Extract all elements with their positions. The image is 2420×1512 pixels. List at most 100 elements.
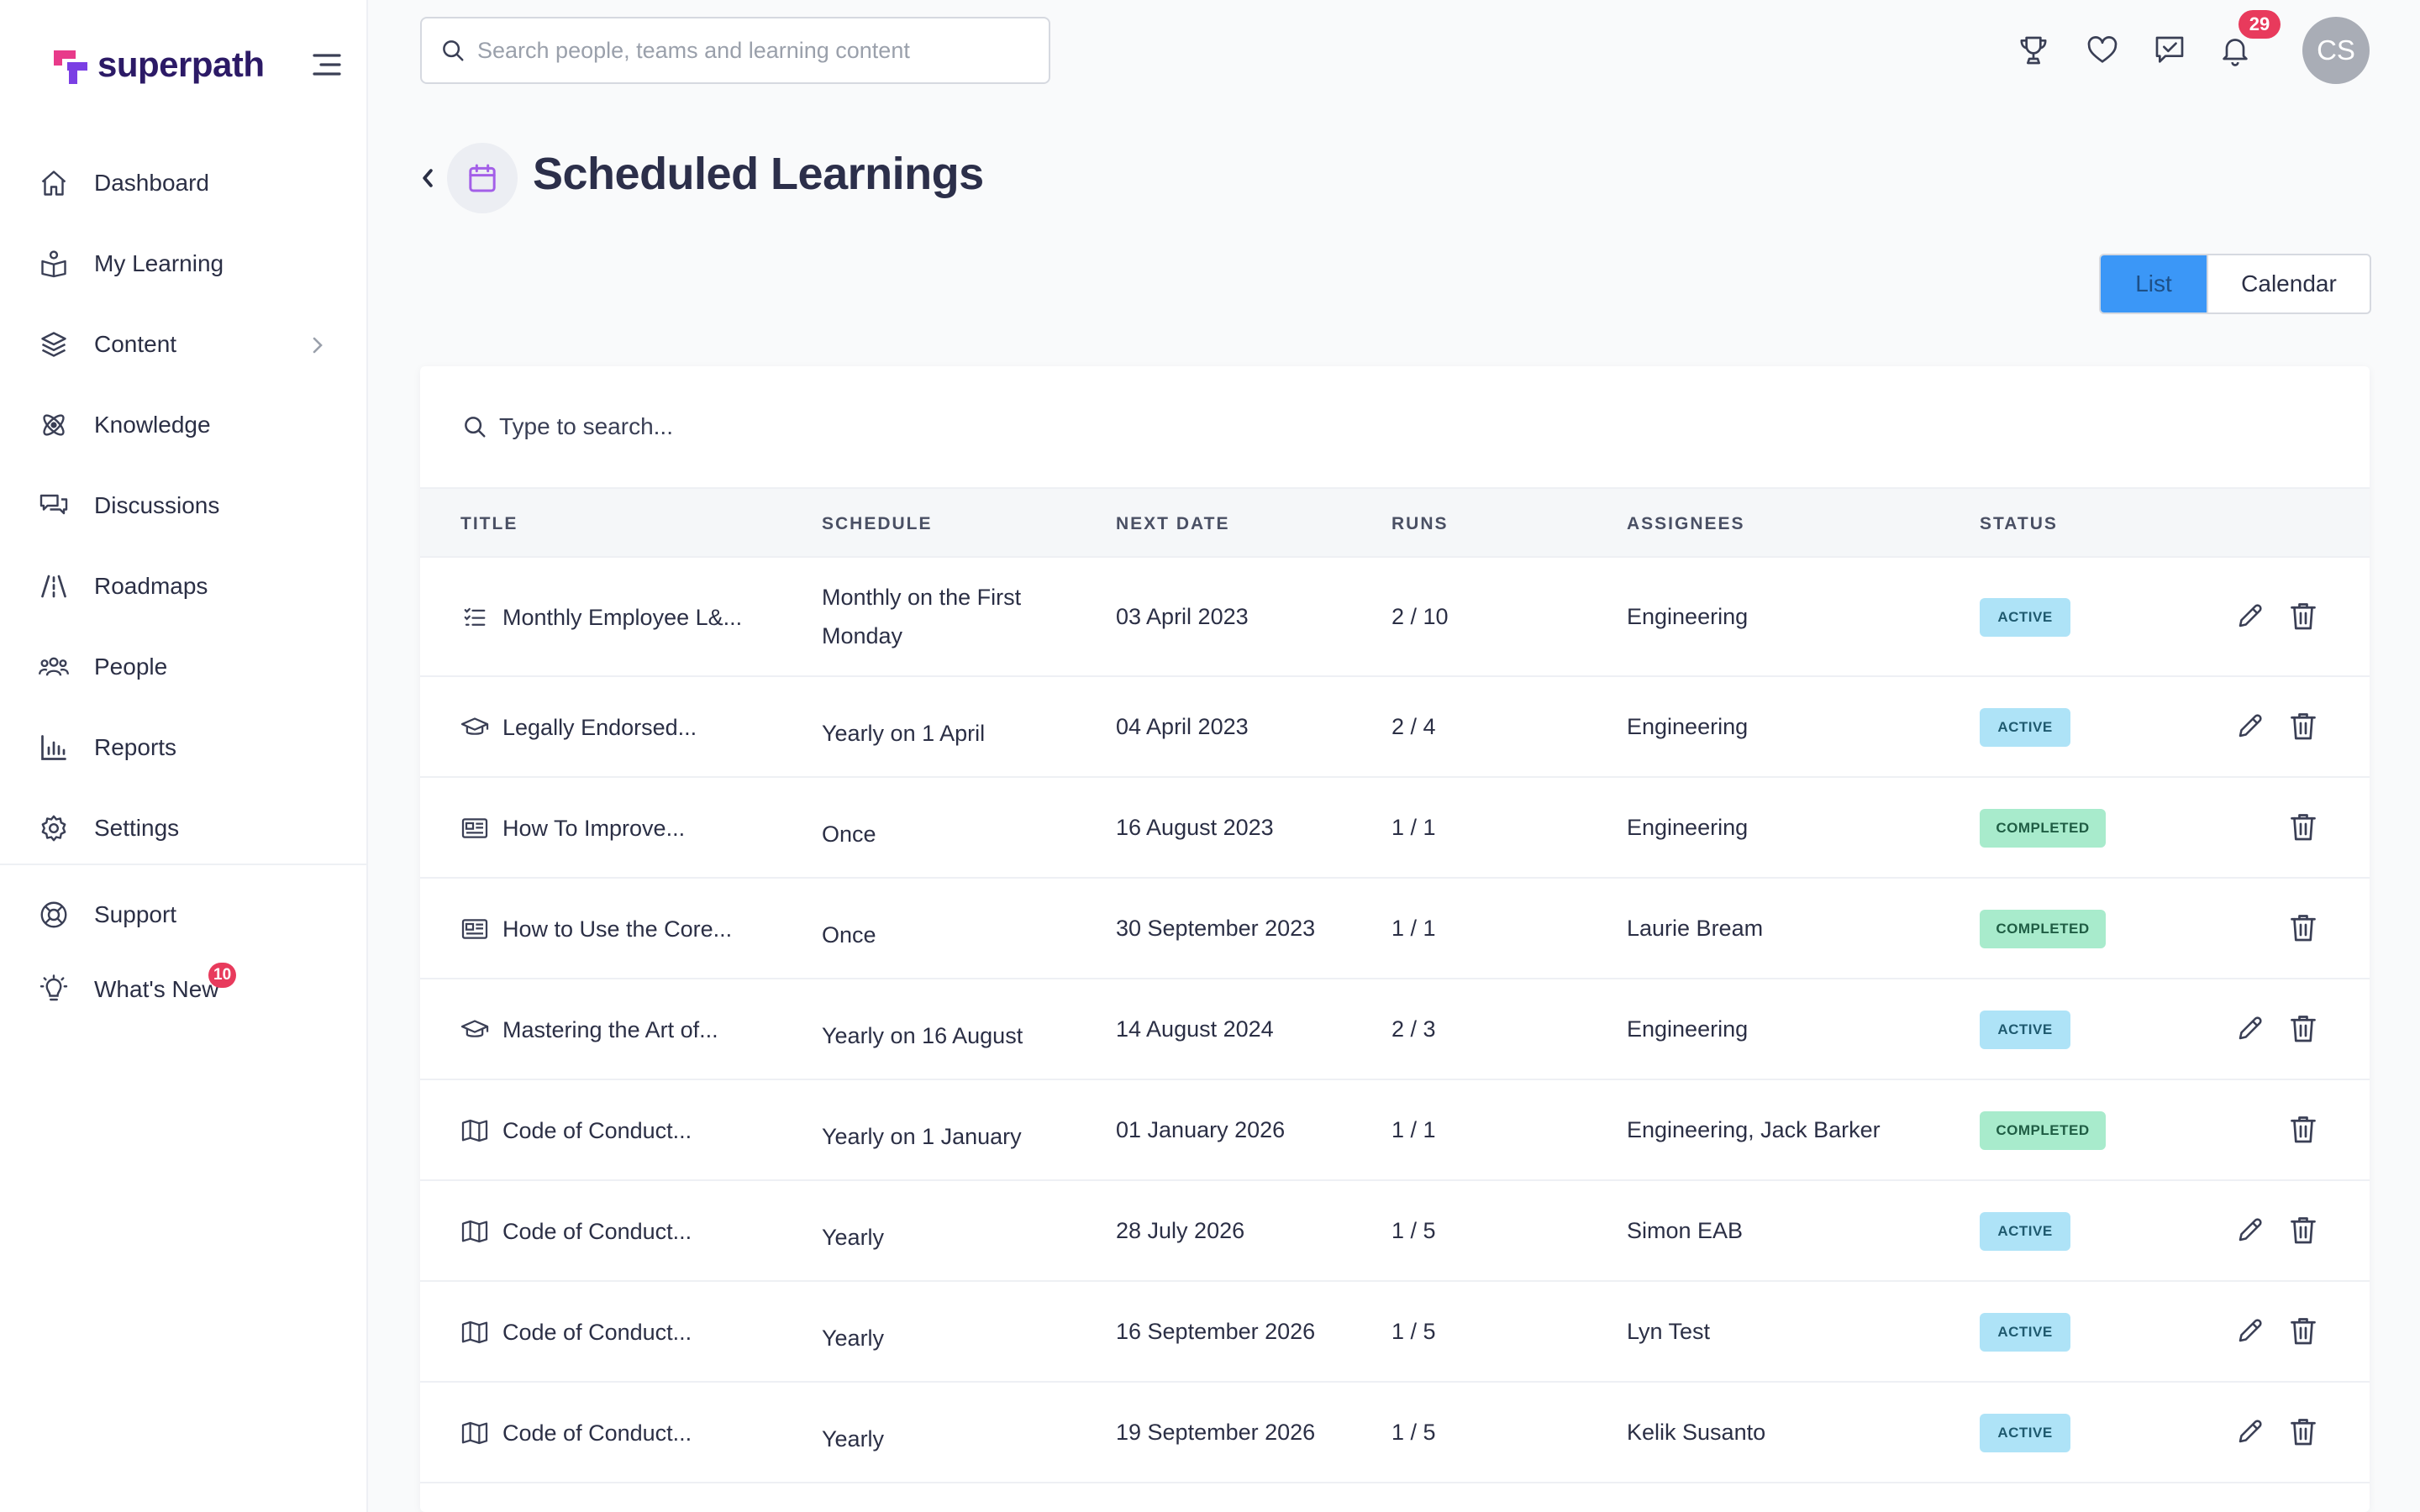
pencil-icon: [2235, 1416, 2265, 1446]
column-header-assignees[interactable]: ASSIGNEES: [1627, 514, 1745, 534]
row-schedule: Yearly: [822, 1426, 885, 1452]
row-title[interactable]: Code of Conduct...: [460, 1318, 692, 1347]
article-icon: [460, 814, 489, 843]
row-next-date: 14 August 2024: [1116, 1016, 1274, 1042]
edit-button[interactable]: [2235, 1215, 2265, 1245]
sidebar-item-label: What's New: [94, 976, 219, 1002]
column-header-status[interactable]: STATUS: [1980, 514, 2058, 534]
map-icon: [460, 1318, 489, 1347]
sidebar-item-support[interactable]: Support: [0, 875, 366, 954]
list-view-button[interactable]: List: [2101, 255, 2207, 312]
gear-icon: [37, 811, 71, 845]
row-runs: 2 / 4: [1392, 714, 1436, 739]
back-button[interactable]: [418, 166, 437, 190]
whats-new-badge: 10: [208, 963, 237, 988]
pencil-icon: [2235, 1013, 2265, 1043]
table-row[interactable]: How to Use the Core... Once 30 September 2…: [420, 879, 2370, 979]
sidebar-item-roadmaps[interactable]: Roadmaps: [0, 546, 366, 627]
trash-icon: [2289, 601, 2317, 631]
trash-icon: [2289, 1315, 2317, 1346]
message-check-icon[interactable]: [2153, 34, 2186, 67]
table-search-box[interactable]: [420, 366, 2370, 489]
table-row[interactable]: Code of Conduct... Yearly 19 September 202…: [420, 1383, 2370, 1483]
sidebar-item-people[interactable]: People: [0, 627, 366, 707]
row-title-text: Legally Endorsed...: [502, 714, 697, 740]
row-title-text: Code of Conduct...: [502, 1420, 692, 1446]
row-runs: 1 / 5: [1392, 1319, 1436, 1344]
table-row[interactable]: Code of Conduct... Yearly 16 September 202…: [420, 1282, 2370, 1383]
sidebar-item-label: Discussions: [94, 492, 220, 518]
sidebar-toggle-button[interactable]: [311, 52, 343, 77]
status-badge: ACTIVE: [1980, 708, 2070, 747]
global-search-input[interactable]: [477, 37, 1015, 64]
delete-button[interactable]: [2289, 711, 2317, 741]
delete-button[interactable]: [2289, 1114, 2317, 1144]
delete-button[interactable]: [2289, 1416, 2317, 1446]
row-title[interactable]: How To Improve...: [460, 814, 685, 843]
status-badge: ACTIVE: [1980, 1011, 2070, 1049]
view-toggle: List Calendar: [2099, 254, 2371, 314]
sidebar-item-dashboard[interactable]: Dashboard: [0, 143, 366, 223]
sidebar-item-content[interactable]: Content: [0, 304, 366, 385]
delete-button[interactable]: [2289, 601, 2317, 631]
edit-button[interactable]: [2235, 1315, 2265, 1346]
row-title[interactable]: Code of Conduct...: [460, 1217, 692, 1246]
status-badge: ACTIVE: [1980, 598, 2070, 637]
column-header-schedule[interactable]: SCHEDULE: [822, 514, 933, 534]
delete-button[interactable]: [2289, 811, 2317, 842]
edit-button[interactable]: [2235, 1416, 2265, 1446]
column-header-runs[interactable]: RUNS: [1392, 514, 1449, 534]
row-assignees: Engineering: [1627, 815, 1749, 840]
row-runs: 1 / 5: [1392, 1218, 1436, 1243]
user-avatar[interactable]: CS: [2302, 17, 2370, 84]
bell-icon[interactable]: [2218, 34, 2252, 67]
column-header-title[interactable]: TITLE: [460, 514, 518, 534]
table-row[interactable]: Code of Conduct... Yearly 28 July 2026 1 / …: [420, 1181, 2370, 1282]
table-row[interactable]: Mastering the Art of... Yearly on 16 Augu…: [420, 979, 2370, 1080]
delete-button[interactable]: [2289, 1315, 2317, 1346]
global-search-box[interactable]: [420, 17, 1050, 84]
heart-icon[interactable]: [2086, 34, 2119, 67]
delete-button[interactable]: [2289, 912, 2317, 942]
column-header-next-date[interactable]: NEXT DATE: [1116, 514, 1229, 534]
edit-button[interactable]: [2235, 711, 2265, 741]
table-row[interactable]: Monthly Employee L&... Monthly on the Fir…: [420, 558, 2370, 677]
people-icon: [37, 650, 71, 684]
table-row[interactable]: How To Improve... Once 16 August 2023 1 / 1…: [420, 778, 2370, 879]
sidebar-item-my-learning[interactable]: My Learning: [0, 223, 366, 304]
calendar-view-button[interactable]: Calendar: [2207, 255, 2370, 312]
row-schedule: Yearly: [822, 1326, 885, 1351]
table-header: TITLE SCHEDULE NEXT DATE RUNS ASSIGNEES …: [420, 489, 2370, 558]
table-row[interactable]: Legally Endorsed... Yearly on 1 April 04 A…: [420, 677, 2370, 778]
sidebar-item-whats-new[interactable]: What's New 10: [0, 954, 366, 1025]
edit-button[interactable]: [2235, 601, 2265, 631]
row-title[interactable]: Code of Conduct...: [460, 1419, 692, 1447]
row-next-date: 16 August 2023: [1116, 815, 1274, 840]
row-title[interactable]: Monthly Employee L&...: [460, 603, 742, 632]
sidebar-item-discussions[interactable]: Discussions: [0, 465, 366, 546]
main-nav: Dashboard My Learning Content Knowledge …: [0, 143, 366, 869]
sidebar-item-label: Knowledge: [94, 412, 211, 438]
row-title[interactable]: Legally Endorsed...: [460, 713, 697, 742]
row-runs: 1 / 1: [1392, 916, 1436, 941]
table-search-input[interactable]: [499, 413, 1255, 440]
brand-logo[interactable]: superpath: [50, 44, 265, 86]
row-schedule: Yearly on 1 January: [822, 1124, 1022, 1149]
trophy-icon[interactable]: [2017, 34, 2050, 67]
row-next-date: 16 September 2026: [1116, 1319, 1316, 1344]
sidebar-item-knowledge[interactable]: Knowledge: [0, 385, 366, 465]
sidebar-item-settings[interactable]: Settings: [0, 788, 366, 869]
row-next-date: 04 April 2023: [1116, 714, 1249, 739]
row-title[interactable]: Code of Conduct...: [460, 1116, 692, 1145]
edit-button[interactable]: [2235, 1013, 2265, 1043]
brand-name: superpath: [97, 45, 265, 84]
delete-button[interactable]: [2289, 1013, 2317, 1043]
pencil-icon: [2235, 1215, 2265, 1245]
delete-button[interactable]: [2289, 1215, 2317, 1245]
map-icon: [460, 1217, 489, 1246]
table-row[interactable]: Code of Conduct... Yearly on 1 January 01 …: [420, 1080, 2370, 1181]
row-title[interactable]: Mastering the Art of...: [460, 1016, 718, 1044]
sidebar-item-reports[interactable]: Reports: [0, 707, 366, 788]
row-title[interactable]: How to Use the Core...: [460, 915, 732, 943]
row-assignees: Engineering: [1627, 604, 1749, 629]
